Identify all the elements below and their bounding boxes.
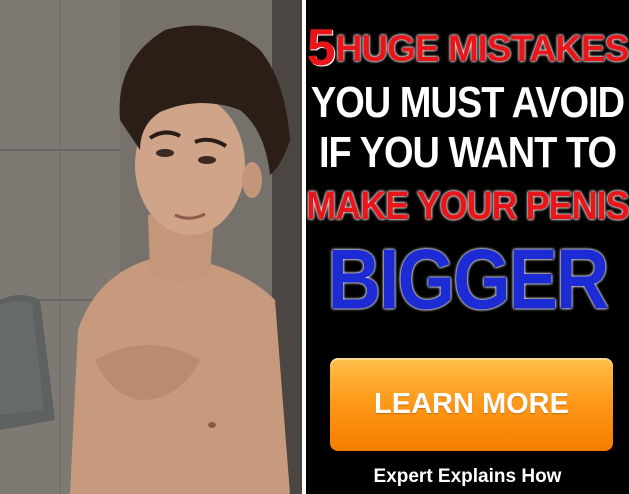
headline-line-1: 5HUGE MISTAKES <box>306 22 629 74</box>
footer-text: Expert Explains How <box>373 466 562 487</box>
photo <box>0 0 302 494</box>
headline-line-1-text: HUGE MISTAKES <box>335 28 629 69</box>
headline-number: 5 <box>306 19 336 77</box>
headline-line-4: MAKE YOUR PENIS <box>306 182 629 228</box>
headline-line-3: IF YOU WANT TO <box>318 128 617 178</box>
headline-panel: 5HUGE MISTAKES YOU MUST AVOID IF YOU WAN… <box>302 0 629 494</box>
learn-more-button[interactable]: LEARN MORE <box>330 358 613 451</box>
headline-line-5: BIGGER <box>327 231 610 328</box>
headline-line-2: YOU MUST AVOID <box>310 78 625 128</box>
shirtless-man-selfie-image <box>0 0 302 494</box>
banner-ad[interactable]: 5HUGE MISTAKES YOU MUST AVOID IF YOU WAN… <box>0 0 629 494</box>
